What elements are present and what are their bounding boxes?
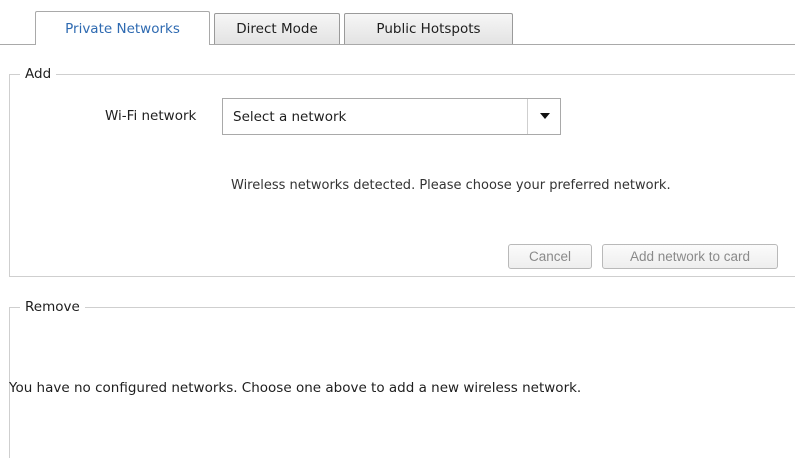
tab-strip: Private Networks Direct Mode Public Hots… bbox=[0, 0, 795, 45]
networks-detected-message: Wireless networks detected. Please choos… bbox=[231, 178, 671, 193]
no-networks-message: You have no configured networks. Choose … bbox=[9, 380, 582, 396]
tab-direct-mode[interactable]: Direct Mode bbox=[214, 13, 340, 44]
network-select-divider bbox=[527, 99, 528, 134]
network-select-value: Select a network bbox=[233, 109, 347, 125]
tab-direct-mode-label: Direct Mode bbox=[236, 21, 318, 37]
remove-group-legend: Remove bbox=[20, 299, 85, 316]
cancel-button[interactable]: Cancel bbox=[508, 244, 592, 269]
networks-panel: Private Networks Direct Mode Public Hots… bbox=[0, 0, 795, 458]
wifi-network-label: Wi-Fi network bbox=[105, 108, 197, 124]
add-network-to-card-button[interactable]: Add network to card bbox=[602, 244, 778, 269]
cancel-button-label: Cancel bbox=[528, 249, 572, 264]
tab-private-networks-label: Private Networks bbox=[65, 20, 180, 37]
tab-public-hotspots[interactable]: Public Hotspots bbox=[344, 13, 513, 44]
tab-public-hotspots-label: Public Hotspots bbox=[376, 21, 481, 37]
tab-private-networks[interactable]: Private Networks bbox=[35, 11, 210, 45]
network-select[interactable]: Select a network bbox=[222, 98, 561, 135]
add-group-legend: Add bbox=[20, 66, 57, 83]
dropdown-arrow-icon[interactable] bbox=[540, 113, 550, 119]
add-network-to-card-label: Add network to card bbox=[629, 249, 751, 264]
